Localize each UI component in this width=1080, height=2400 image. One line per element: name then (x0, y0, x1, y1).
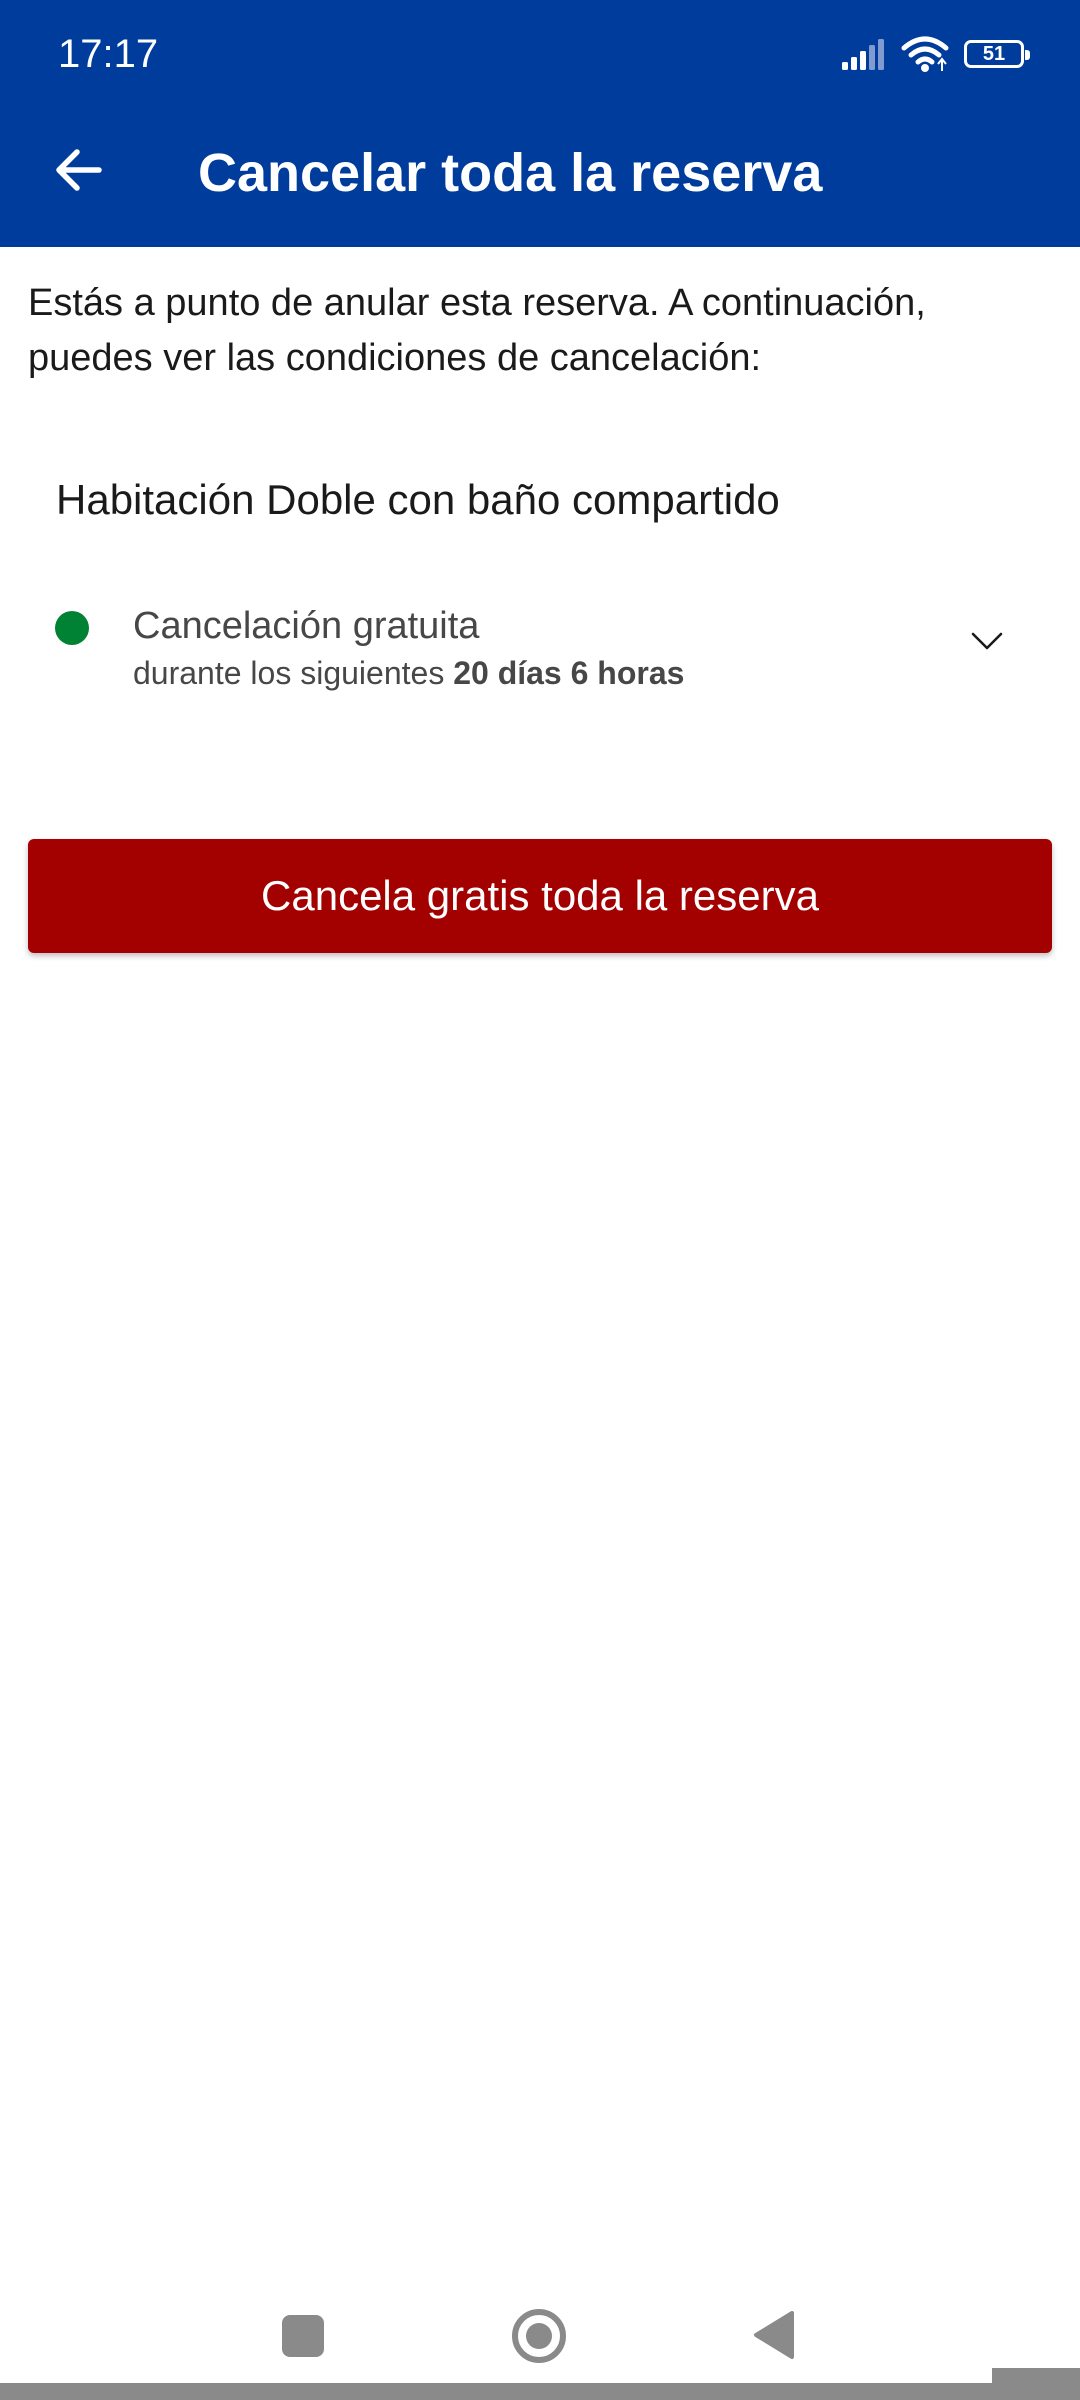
policy-detail-prefix: durante los siguientes (133, 655, 454, 691)
system-nav-bar (0, 2290, 1080, 2380)
wifi-icon (901, 36, 949, 72)
battery-icon: 51 (964, 40, 1030, 68)
status-icons: 51 (840, 34, 1030, 74)
chevron-down-icon[interactable] (970, 624, 1004, 658)
signal-icon (842, 39, 884, 70)
room-title: Habitación Doble con baño compartido (56, 476, 780, 523)
intro-text: Estás a punto de anular esta reserva. A … (28, 282, 926, 379)
battery-level: 51 (982, 43, 1006, 65)
policy-detail: durante los siguientes 20 días 6 horas (133, 650, 684, 696)
policy-detail-duration: 20 días 6 horas (453, 655, 685, 691)
page-title: Cancelar toda la reserva (198, 143, 823, 203)
policy-label: Cancelación gratuita (133, 605, 480, 647)
back-button[interactable] (38, 130, 118, 210)
arrow-left-icon (56, 149, 102, 191)
app-header: 17:17 51 Cancelar toda la reserva (0, 0, 1080, 247)
app-root: 17:17 51 Cancelar toda la reserva Estás … (0, 0, 1080, 2400)
status-time: 17:17 (58, 32, 159, 76)
back-triangle-icon[interactable] (752, 2310, 796, 2360)
home-icon[interactable] (511, 2308, 567, 2364)
status-dot-icon (55, 611, 89, 645)
gesture-bar-corner (992, 2368, 1080, 2383)
cancel-free-button[interactable]: Cancela gratis toda la reserva (28, 839, 1052, 953)
recents-icon[interactable] (282, 2315, 324, 2357)
gesture-bar (0, 2383, 1080, 2400)
cancellation-policy-row[interactable]: Cancelación gratuita durante los siguien… (0, 596, 1080, 696)
